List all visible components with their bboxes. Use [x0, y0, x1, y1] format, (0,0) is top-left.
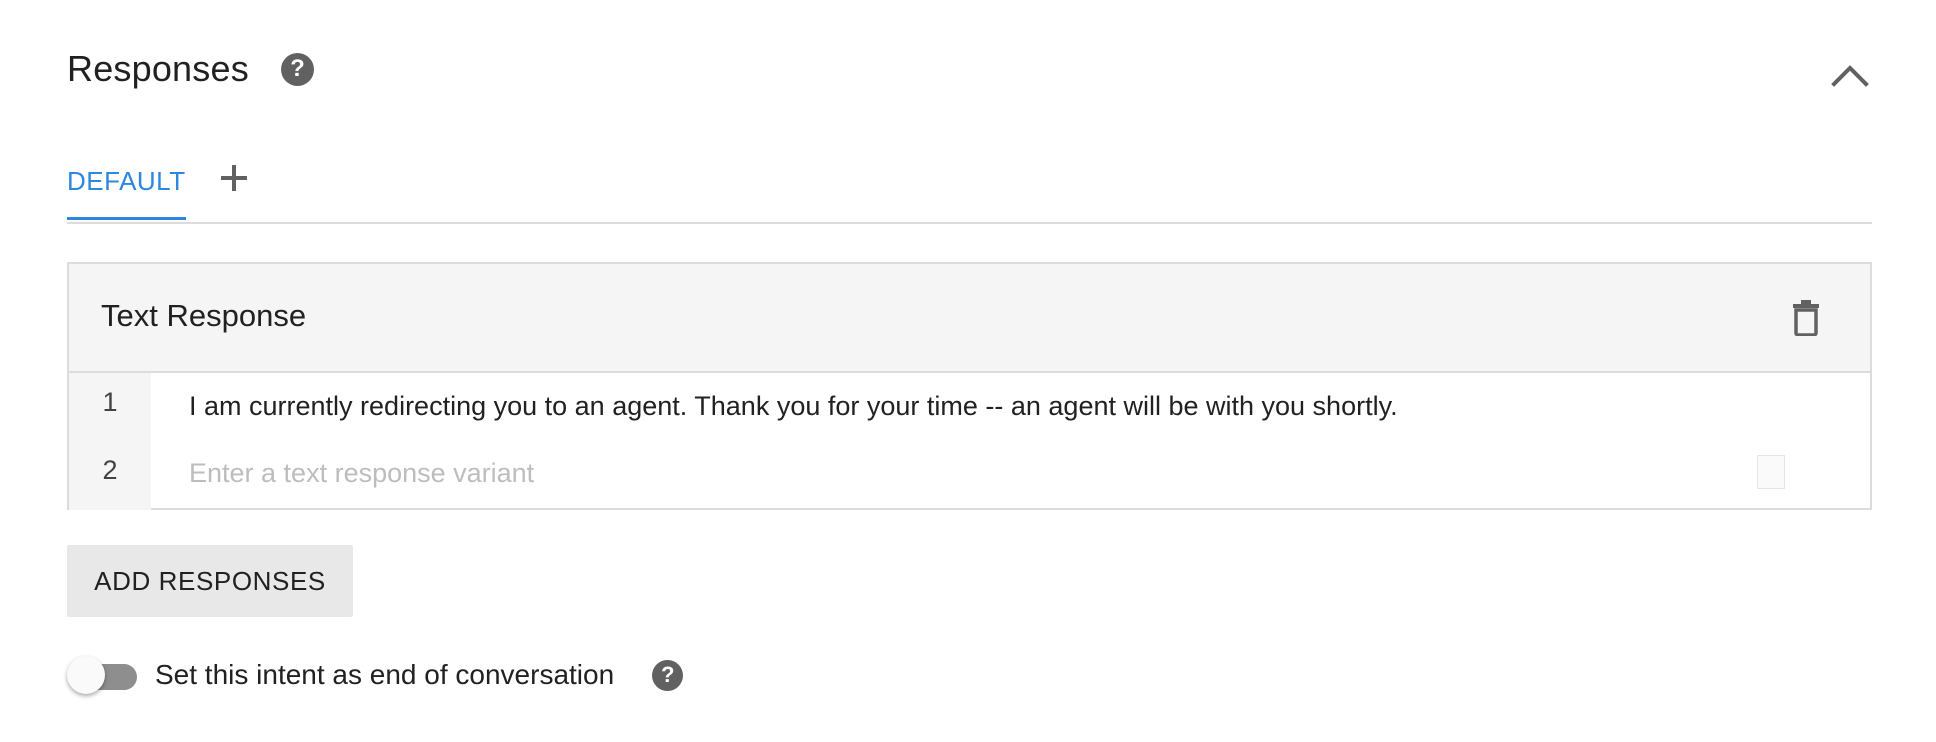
plus-icon[interactable]	[216, 160, 252, 196]
chevron-up-icon[interactable]	[1828, 60, 1872, 92]
text-response-card: Text Response 1 I am currently redirecti…	[67, 262, 1872, 510]
response-row: 1 I am currently redirecting you to an a…	[69, 373, 1870, 441]
responses-panel: Responses ? DEFAULT Text Response 1 I am…	[0, 0, 1936, 742]
response-variant-input[interactable]	[189, 451, 1689, 495]
response-tabs: DEFAULT	[67, 150, 1872, 224]
help-icon[interactable]: ?	[280, 52, 314, 86]
row-number: 1	[102, 387, 118, 417]
toggle-thumb	[67, 656, 105, 694]
response-row: 2	[69, 441, 1870, 509]
tab-default[interactable]: DEFAULT	[67, 164, 186, 220]
response-text[interactable]: I am currently redirecting you to an age…	[189, 391, 1398, 422]
help-icon[interactable]: ?	[652, 659, 684, 691]
section-header: Responses ?	[67, 44, 314, 94]
text-response-header: Text Response	[69, 264, 1870, 373]
end-conversation-label: Set this intent as end of conversation	[155, 659, 615, 690]
row-number: 2	[102, 455, 118, 485]
section-title: Responses	[67, 48, 249, 89]
row-handle[interactable]	[1757, 455, 1785, 489]
text-response-title: Text Response	[101, 298, 307, 333]
end-conversation-toggle[interactable]	[67, 653, 139, 697]
end-conversation-row: Set this intent as end of conversation ?	[67, 650, 684, 700]
trash-icon[interactable]	[1791, 300, 1821, 336]
add-responses-button[interactable]: ADD RESPONSES	[67, 545, 353, 617]
